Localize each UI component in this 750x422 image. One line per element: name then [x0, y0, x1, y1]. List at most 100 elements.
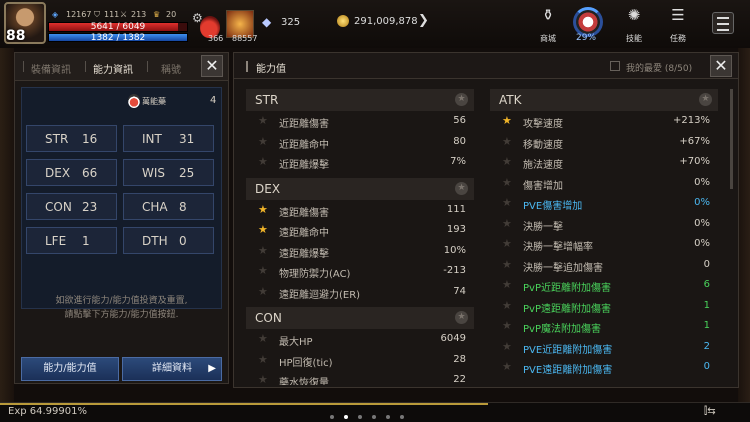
- page-dot[interactable]: [344, 415, 348, 419]
- stat-label: 決勝一擊增幅率: [523, 242, 593, 253]
- skill-icon[interactable]: ✺: [620, 6, 648, 24]
- stat-label: 最大HP: [279, 337, 313, 348]
- sword-icon: ⚔: [120, 10, 128, 19]
- bars-icon[interactable]: ⫿⇆: [704, 406, 716, 417]
- stat-row[interactable]: ★ 移動速度 +67%: [490, 132, 718, 153]
- close-icon[interactable]: ✕: [201, 55, 223, 77]
- detail-info-button[interactable]: 詳細資料 ▶: [122, 357, 222, 381]
- chevron-right-icon[interactable]: ❯: [418, 13, 429, 28]
- page-dot[interactable]: [400, 415, 404, 419]
- stat-row[interactable]: ★ 攻擊速度 +213%: [490, 111, 718, 132]
- stat-row[interactable]: ★ 決勝一擊增幅率 0%: [490, 234, 718, 255]
- stat-name: STR: [45, 132, 69, 146]
- quest-icon[interactable]: ☰: [664, 6, 692, 24]
- stat-label: PVE遠距離附加傷害: [523, 365, 613, 376]
- stat-row[interactable]: ★ 遠距離爆擊 10%: [246, 241, 474, 262]
- stat-value: -213: [443, 265, 466, 276]
- scrollbar[interactable]: [730, 89, 733, 189]
- ability-stat-button[interactable]: 能力/能力值: [21, 357, 119, 381]
- stat-value: 0%: [694, 197, 710, 208]
- favorite-star-icon[interactable]: ★: [258, 223, 268, 236]
- favorite-star-icon[interactable]: ★: [455, 93, 468, 106]
- elixir-row: 萬能藥 4: [22, 94, 221, 110]
- stat-row[interactable]: ★ PVE遠距離附加傷害 0: [490, 357, 718, 378]
- hamburger-menu-button[interactable]: [712, 12, 734, 34]
- stat-value: 23: [82, 200, 98, 214]
- page-dot[interactable]: [386, 415, 390, 419]
- shop-icon[interactable]: ⚱: [534, 6, 562, 24]
- stat-row[interactable]: ★ 遠距離迴避力(ER) 74: [246, 282, 474, 303]
- favorite-star-icon[interactable]: ★: [455, 311, 468, 324]
- stat-row[interactable]: ★ 遠距離命中 193: [246, 220, 474, 241]
- stat-row[interactable]: ★ 近距離爆擊 7%: [246, 152, 474, 173]
- stat-row[interactable]: ★ 施法速度 +70%: [490, 152, 718, 173]
- stat-row[interactable]: ★ 藥水恢復量 22: [246, 370, 474, 385]
- favorite-star-icon[interactable]: ★: [455, 181, 468, 195]
- shield-icon: ◈: [52, 10, 59, 19]
- menu-label-percent: 29%: [576, 33, 597, 43]
- favorite-star-icon[interactable]: ★: [502, 278, 512, 291]
- tab-title[interactable]: 稱號: [161, 61, 181, 76]
- stat-label: PVE傷害增加: [523, 201, 583, 212]
- reset-hint-text: 如欲進行能力/能力值投資及重置, 請點擊下方能力/能力值按鈕.: [21, 294, 222, 322]
- stat-row[interactable]: ★ PVE傷害增加 0%: [490, 193, 718, 214]
- button-label: 能力/能力值: [43, 363, 97, 374]
- stat-value: +67%: [679, 135, 710, 147]
- tab-ability[interactable]: 能力資訊: [93, 61, 133, 76]
- favorites-label: 我的最愛 (8/50): [626, 64, 693, 74]
- stat-row[interactable]: ★ 決勝一擊追加傷害 0: [490, 255, 718, 276]
- stat-row[interactable]: ★ 決勝一擊 0%: [490, 214, 718, 235]
- stat-int: INT 31: [123, 125, 214, 152]
- stat-row[interactable]: ★ 傷害增加 0%: [490, 173, 718, 194]
- favorite-star-icon[interactable]: ★: [502, 196, 512, 209]
- top-hud: 88 ◈ 12167 ⛉ 111 ⚔ 213 ♛ 20 5641 / 6049 …: [0, 0, 750, 48]
- stat-row[interactable]: ★ PVE近距離附加傷害 2: [490, 337, 718, 358]
- favorite-star-icon[interactable]: ★: [258, 135, 268, 148]
- favorite-star-icon[interactable]: ★: [502, 319, 512, 332]
- tab-equipment[interactable]: 裝備資訊: [31, 61, 71, 76]
- favorite-star-icon[interactable]: ★: [258, 244, 268, 257]
- favorite-star-icon[interactable]: ★: [258, 203, 268, 216]
- hp-text: 5641 / 6049: [90, 22, 146, 32]
- favorite-star-icon[interactable]: ★: [502, 340, 512, 353]
- stat-row[interactable]: ★ HP回復(tic) 28: [246, 350, 474, 371]
- stat-row[interactable]: ★ 近距離傷害 56: [246, 111, 474, 132]
- favorite-star-icon[interactable]: ★: [258, 114, 268, 127]
- favorite-star-icon[interactable]: ★: [699, 93, 712, 106]
- stat-row[interactable]: ★ 最大HP 6049: [246, 329, 474, 350]
- stat-row[interactable]: ★ 物理防禦力(AC) -213: [246, 261, 474, 282]
- stat-row[interactable]: ★ 近距離命中 80: [246, 132, 474, 153]
- stat-row[interactable]: ★ PvP遠距離附加傷害 1: [490, 296, 718, 317]
- favorite-star-icon[interactable]: ★: [502, 135, 512, 148]
- page-dot[interactable]: [372, 415, 376, 419]
- page-dot[interactable]: [330, 415, 334, 419]
- favorites-checkbox[interactable]: [610, 61, 620, 71]
- stat-label: PvP遠距離附加傷害: [523, 303, 611, 315]
- favorite-star-icon[interactable]: ★: [502, 360, 512, 373]
- stat-row[interactable]: ★ PvP魔法附加傷害 1: [490, 316, 718, 337]
- close-icon[interactable]: ✕: [710, 55, 732, 77]
- favorite-star-icon[interactable]: ★: [502, 299, 512, 312]
- favorite-star-icon[interactable]: ★: [258, 155, 268, 168]
- favorite-star-icon[interactable]: ★: [502, 114, 512, 127]
- favorite-star-icon[interactable]: ★: [258, 332, 268, 345]
- stat-value: +213%: [673, 115, 710, 126]
- stat-b-value: 213: [131, 10, 147, 19]
- favorite-star-icon[interactable]: ★: [502, 237, 512, 250]
- exp-progress: [0, 403, 488, 405]
- stat-name: CHA: [142, 200, 168, 214]
- favorite-star-icon[interactable]: ★: [258, 264, 268, 277]
- stats-column-left[interactable]: STR ★ ★ 近距離傷害 56 ★ 近距離命中 80 ★ 近距離爆擊 7% DEX ★ ★ 遠距離傷害 11…: [246, 89, 474, 385]
- favorite-star-icon[interactable]: ★: [502, 217, 512, 230]
- stat-label: PvP近距離附加傷害: [523, 283, 611, 294]
- favorite-star-icon[interactable]: ★: [258, 373, 268, 385]
- favorite-star-icon[interactable]: ★: [502, 176, 512, 189]
- favorite-star-icon[interactable]: ★: [258, 285, 268, 298]
- favorite-star-icon[interactable]: ★: [502, 258, 512, 271]
- page-dot[interactable]: [358, 415, 362, 419]
- favorite-star-icon[interactable]: ★: [258, 353, 268, 366]
- stat-row[interactable]: ★ 遠距離傷害 111: [246, 200, 474, 221]
- stats-column-right[interactable]: ATK ★ ★ 攻擊速度 +213% ★ 移動速度 +67% ★ 施法速度 +70% ★ 傷害增加 0% ★…: [490, 89, 718, 385]
- favorite-star-icon[interactable]: ★: [502, 155, 512, 168]
- stat-row[interactable]: ★ PvP近距離附加傷害 6: [490, 275, 718, 296]
